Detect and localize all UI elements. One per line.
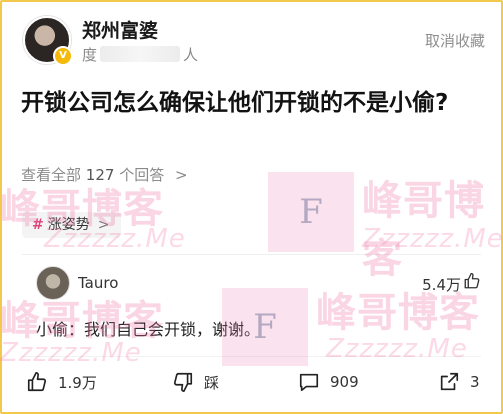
answer-like-count: 5.4万 (422, 276, 461, 294)
answer-user-avatar[interactable] (36, 266, 70, 300)
thumbs-up-icon[interactable] (463, 272, 481, 290)
divider (22, 356, 481, 357)
dislike-button[interactable]: 踩 (172, 369, 219, 395)
author-name[interactable]: 郑州富婆 (82, 16, 158, 43)
comment-icon (299, 373, 319, 392)
share-count: 3 (470, 373, 480, 391)
dislike-label: 踩 (204, 373, 220, 392)
answer-count: 127 (85, 166, 115, 184)
question-title[interactable]: 开锁公司怎么确保让他们开锁的不是小偷? (21, 86, 471, 120)
chevron-right-icon: > (175, 166, 188, 184)
author-subtitle: 度人 (82, 44, 198, 65)
comment-button[interactable]: 909 (298, 369, 359, 395)
thumbs-down-icon (173, 372, 193, 392)
answer-user-name[interactable]: Tauro (78, 274, 118, 292)
divider (22, 254, 481, 255)
share-button[interactable]: 3 (438, 369, 480, 395)
author-subtitle-prefix: 度 (82, 46, 98, 64)
thumbs-up-icon (27, 372, 47, 392)
comment-count: 909 (330, 373, 359, 391)
redacted-text (100, 46, 181, 62)
hash-icon: # (32, 217, 44, 233)
like-button[interactable]: 1.9万 (26, 369, 97, 395)
answer-text[interactable]: 小偷：我们自己会开锁，谢谢。 (36, 316, 260, 340)
chevron-right-icon: > (97, 217, 110, 233)
share-icon (440, 372, 459, 391)
author-subtitle-suffix: 人 (183, 46, 199, 64)
verified-badge-icon: V (53, 46, 73, 66)
cancel-favorite-button[interactable]: 取消收藏 (425, 30, 485, 51)
view-all-answers-link[interactable]: 查看全部 127 个回答 > (21, 164, 188, 185)
card-frame (0, 0, 503, 414)
view-all-suffix: 个回答 (119, 166, 165, 184)
topic-tag[interactable]: # 涨姿势 > (22, 212, 122, 238)
view-all-prefix: 查看全部 (21, 166, 82, 184)
topic-tag-label: 涨姿势 (47, 217, 90, 233)
like-count: 1.9万 (58, 373, 97, 392)
